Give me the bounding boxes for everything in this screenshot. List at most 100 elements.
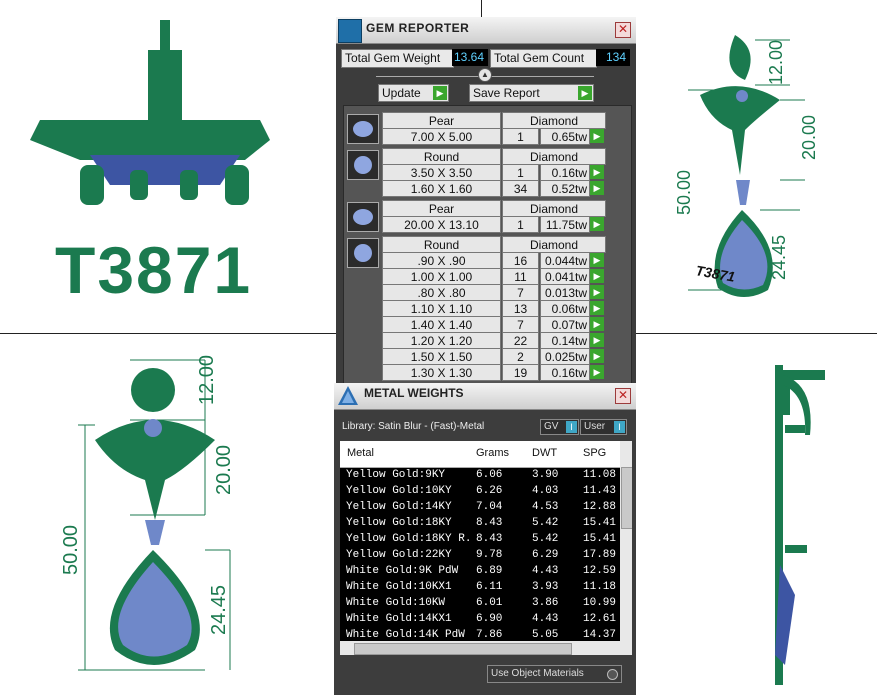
dimension-label: 12.00 (766, 40, 786, 85)
column-header-dwt[interactable]: DWT (532, 447, 557, 459)
spg-value: 14.37 (583, 629, 617, 641)
column-header-spg[interactable]: SPG (583, 447, 606, 459)
metal-name: White Gold:14K PdW (346, 629, 465, 641)
gem-weight: 0.16tw (540, 364, 590, 381)
grams-value: 6.26 (476, 485, 503, 497)
dwt-value: 5.05 (532, 629, 559, 641)
gem-weight: 11.75tw (540, 216, 590, 233)
user-toggle-label: User (584, 421, 606, 432)
user-toggle[interactable]: User I (580, 419, 627, 435)
panel-splitter-knob[interactable]: ▲ (478, 68, 492, 82)
gem-weight: 0.041tw (540, 268, 590, 285)
gem-weight: 0.07tw (540, 316, 590, 333)
table-row[interactable]: Yellow Gold:9KY 6.06 3.90 11.08 (340, 467, 620, 483)
play-arrow-icon[interactable]: ▶ (590, 181, 604, 195)
play-arrow-icon[interactable]: ▶ (590, 333, 604, 347)
table-row[interactable]: White Gold:10KW 6.01 3.86 10.99 (340, 595, 620, 611)
spg-value: 10.99 (583, 597, 617, 609)
play-arrow-icon[interactable]: ▶ (590, 129, 604, 143)
play-arrow-icon[interactable]: ▶ (590, 317, 604, 331)
gem-shape-label: Round (382, 236, 501, 253)
horizontal-scrollbar[interactable] (340, 641, 632, 655)
metal-weights-titlebar[interactable]: METAL WEIGHTS ✕ (334, 383, 636, 410)
table-row[interactable]: Yellow Gold:18KY R... 8.43 5.42 15.41 (340, 531, 620, 547)
spg-value: 15.41 (583, 533, 617, 545)
grams-value: 6.11 (476, 581, 503, 593)
dimension-label: 20.00 (799, 115, 819, 160)
metal-weights-title: METAL WEIGHTS (364, 386, 464, 400)
gem-count: 1 (502, 128, 539, 145)
round-gem-icon (347, 238, 379, 268)
gv-toggle-label: GV (544, 421, 559, 432)
play-arrow-icon[interactable]: ▶ (590, 301, 604, 315)
viewport-divider-horizontal-left (0, 333, 336, 334)
play-arrow-icon[interactable]: ▶ (590, 365, 604, 379)
metal-weights-table: Metal Grams DWT SPG Yellow Gold:9KY 6.06 3… (340, 441, 632, 641)
dimension-label: 24.45 (208, 585, 230, 635)
play-arrow-icon[interactable]: ▶ (590, 349, 604, 363)
grams-value: 6.01 (476, 597, 503, 609)
play-arrow-icon[interactable]: ▶ (590, 269, 604, 283)
gem-count: 1 (502, 164, 539, 181)
radio-button-icon[interactable] (607, 669, 618, 680)
vertical-scroll-thumb[interactable] (621, 467, 632, 529)
grams-value: 9.78 (476, 549, 503, 561)
play-arrow-icon[interactable]: ▶ (590, 217, 604, 231)
gem-size: .90 X .90 (382, 252, 501, 269)
grams-value: 8.43 (476, 533, 503, 545)
close-icon[interactable]: ✕ (615, 388, 631, 404)
gem-shape-label: Pear (382, 200, 501, 217)
table-row[interactable]: Yellow Gold:22KY 9.78 6.29 17.89 (340, 547, 620, 563)
metal-name: Yellow Gold:9KY (346, 469, 446, 481)
table-row[interactable]: White Gold:14K PdW 7.86 5.05 14.37 (340, 627, 620, 641)
use-object-materials-option[interactable]: Use Object Materials (487, 665, 622, 683)
vertical-scrollbar[interactable] (620, 441, 632, 641)
pear-gem-icon (347, 114, 379, 144)
update-button-label: Update (382, 86, 421, 100)
play-arrow-icon[interactable]: ▶ (590, 253, 604, 267)
grams-value: 7.04 (476, 501, 503, 513)
dimension-label: 50.00 (60, 525, 82, 575)
grams-value: 7.86 (476, 629, 503, 641)
save-report-button[interactable]: Save Report ▶ (469, 84, 594, 102)
gem-size: 20.00 X 13.10 (382, 216, 501, 233)
close-icon[interactable]: ✕ (615, 22, 631, 38)
pear-gem-icon (347, 202, 379, 232)
spg-value: 11.43 (583, 485, 617, 497)
table-row[interactable]: Yellow Gold:14KY 7.04 4.53 12.88 (340, 499, 620, 515)
play-arrow-icon[interactable]: ▶ (590, 285, 604, 299)
gem-groups-list: Pear Diamond 7.00 X 5.00 1 0.65tw ▶ Roun… (343, 105, 632, 385)
metal-name: White Gold:14KX1 (346, 613, 452, 625)
update-button[interactable]: Update ▶ (378, 84, 449, 102)
gem-reporter-titlebar[interactable]: GEM REPORTER ✕ (336, 17, 636, 44)
top-view-model (30, 20, 270, 205)
grams-value: 6.90 (476, 613, 503, 625)
gem-shape-label: Pear (382, 112, 501, 129)
gem-material-label: Diamond (502, 112, 606, 129)
toggle-indicator-icon: I (614, 421, 625, 433)
gv-toggle[interactable]: GV I (540, 419, 579, 435)
dimension-label: 24.45 (769, 235, 789, 280)
grams-value: 6.89 (476, 565, 503, 577)
play-arrow-icon[interactable]: ▶ (590, 165, 604, 179)
gem-weight: 0.013tw (540, 284, 590, 301)
column-header-grams[interactable]: Grams (476, 447, 509, 459)
metal-name: White Gold:10KX1 (346, 581, 452, 593)
table-row[interactable]: White Gold:9K PdW 6.89 4.43 12.59 (340, 563, 620, 579)
gem-shape-label: Round (382, 148, 501, 165)
column-header-metal[interactable]: Metal (347, 447, 374, 459)
side-view-model (775, 365, 825, 685)
gem-size: 1.60 X 1.60 (382, 180, 501, 197)
horizontal-scroll-thumb[interactable] (354, 643, 572, 655)
table-row[interactable]: White Gold:14KX1 6.90 4.43 12.61 (340, 611, 620, 627)
spg-value: 12.61 (583, 613, 617, 625)
gem-count: 34 (502, 180, 539, 197)
gem-weight: 0.65tw (540, 128, 590, 145)
gem-count: 1 (502, 216, 539, 233)
table-row[interactable]: Yellow Gold:10KY 6.26 4.03 11.43 (340, 483, 620, 499)
table-row[interactable]: Yellow Gold:18KY 8.43 5.42 15.41 (340, 515, 620, 531)
spg-value: 12.88 (583, 501, 617, 513)
total-gem-weight-label: Total Gem Weight (341, 49, 454, 68)
table-row[interactable]: White Gold:10KX1 6.11 3.93 11.18 (340, 579, 620, 595)
gem-weight: 0.06tw (540, 300, 590, 317)
